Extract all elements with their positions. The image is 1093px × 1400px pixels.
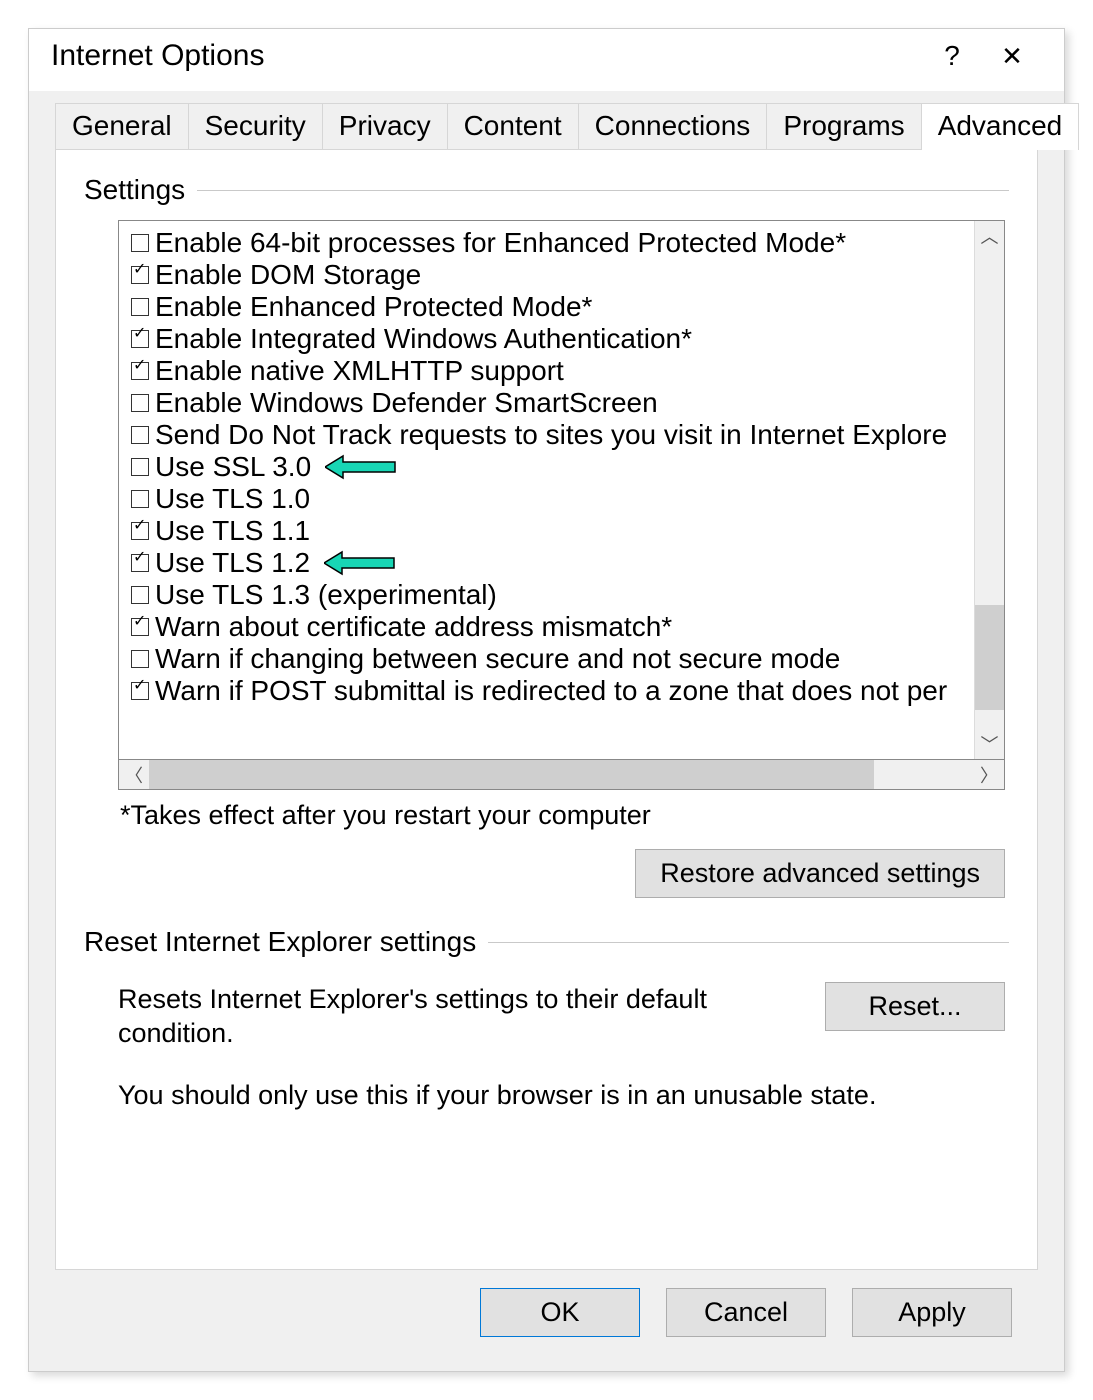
restore-advanced-settings-button[interactable]: Restore advanced settings bbox=[635, 849, 1005, 898]
option-label: Use TLS 1.1 bbox=[155, 515, 310, 547]
settings-option[interactable]: Warn if changing between secure and not … bbox=[123, 643, 974, 675]
vertical-scrollbar[interactable]: ︿ ﹀ bbox=[974, 221, 1004, 759]
option-label: Use TLS 1.2 bbox=[155, 547, 310, 579]
scroll-right-icon[interactable]: 〉 bbox=[974, 760, 1004, 789]
settings-option[interactable]: Enable 64-bit processes for Enhanced Pro… bbox=[123, 227, 974, 259]
settings-option[interactable]: Use TLS 1.1 bbox=[123, 515, 974, 547]
checkbox-icon[interactable] bbox=[131, 586, 149, 604]
option-label: Warn if POST submittal is redirected to … bbox=[155, 675, 947, 707]
settings-option[interactable]: Enable Windows Defender SmartScreen bbox=[123, 387, 974, 419]
tab-content[interactable]: Content bbox=[447, 103, 579, 150]
reset-description: Resets Internet Explorer's settings to t… bbox=[118, 982, 795, 1050]
settings-option[interactable]: Use TLS 1.2 bbox=[123, 547, 974, 579]
settings-option[interactable]: Enable Integrated Windows Authentication… bbox=[123, 323, 974, 355]
settings-option[interactable]: Warn about certificate address mismatch* bbox=[123, 611, 974, 643]
option-label: Use SSL 3.0 bbox=[155, 451, 311, 483]
checkbox-icon[interactable] bbox=[131, 458, 149, 476]
close-icon: ✕ bbox=[1001, 41, 1023, 71]
scroll-up-icon[interactable]: ︿ bbox=[975, 221, 1004, 251]
option-label: Use TLS 1.0 bbox=[155, 483, 310, 515]
checkbox-icon[interactable] bbox=[131, 490, 149, 508]
option-label: Enable DOM Storage bbox=[155, 259, 421, 291]
divider bbox=[488, 942, 1009, 943]
settings-option[interactable]: Send Do Not Track requests to sites you … bbox=[123, 419, 974, 451]
option-label: Use TLS 1.3 (experimental) bbox=[155, 579, 497, 611]
option-label: Warn about certificate address mismatch* bbox=[155, 611, 672, 643]
annotation-arrow-icon bbox=[325, 454, 397, 480]
hscroll-thumb[interactable] bbox=[149, 760, 874, 789]
tab-advanced[interactable]: Advanced bbox=[921, 103, 1080, 150]
option-label: Send Do Not Track requests to sites you … bbox=[155, 419, 947, 451]
settings-list: Enable 64-bit processes for Enhanced Pro… bbox=[119, 221, 974, 759]
tab-security[interactable]: Security bbox=[188, 103, 323, 150]
reset-group-label: Reset Internet Explorer settings bbox=[84, 926, 488, 958]
option-label: Enable Enhanced Protected Mode* bbox=[155, 291, 592, 323]
option-label: Enable native XMLHTTP support bbox=[155, 355, 564, 387]
settings-option[interactable]: Use SSL 3.0 bbox=[123, 451, 974, 483]
reset-group-header: Reset Internet Explorer settings bbox=[84, 926, 1009, 958]
tab-strip: GeneralSecurityPrivacyContentConnections… bbox=[55, 91, 1038, 150]
dialog-footer: OK Cancel Apply bbox=[55, 1270, 1038, 1359]
settings-group-header: Settings bbox=[84, 174, 1009, 206]
settings-listbox[interactable]: Enable 64-bit processes for Enhanced Pro… bbox=[118, 220, 1005, 760]
settings-group-label: Settings bbox=[84, 174, 197, 206]
option-label: Enable 64-bit processes for Enhanced Pro… bbox=[155, 227, 846, 259]
checkbox-icon[interactable] bbox=[131, 394, 149, 412]
help-button[interactable]: ? bbox=[922, 40, 982, 72]
settings-option[interactable]: Warn if POST submittal is redirected to … bbox=[123, 675, 974, 707]
checkbox-icon[interactable] bbox=[131, 522, 149, 540]
close-button[interactable]: ✕ bbox=[982, 41, 1042, 72]
settings-option[interactable]: Enable native XMLHTTP support bbox=[123, 355, 974, 387]
scroll-thumb[interactable] bbox=[975, 605, 1004, 710]
settings-option[interactable]: Use TLS 1.3 (experimental) bbox=[123, 579, 974, 611]
checkbox-icon[interactable] bbox=[131, 650, 149, 668]
ok-button[interactable]: OK bbox=[480, 1288, 640, 1337]
scroll-track[interactable] bbox=[975, 251, 1004, 729]
tab-connections[interactable]: Connections bbox=[578, 103, 768, 150]
restart-note: *Takes effect after you restart your com… bbox=[120, 800, 1009, 831]
horizontal-scrollbar[interactable]: 〈 〉 bbox=[118, 760, 1005, 790]
option-label: Warn if changing between secure and not … bbox=[155, 643, 840, 675]
checkbox-icon[interactable] bbox=[131, 618, 149, 636]
reset-button[interactable]: Reset... bbox=[825, 982, 1005, 1031]
checkbox-icon[interactable] bbox=[131, 426, 149, 444]
checkbox-icon[interactable] bbox=[131, 362, 149, 380]
tab-pane-advanced: Settings Enable 64-bit processes for Enh… bbox=[55, 149, 1038, 1270]
checkbox-icon[interactable] bbox=[131, 234, 149, 252]
annotation-arrow-icon bbox=[324, 550, 396, 576]
window-title: Internet Options bbox=[51, 39, 922, 73]
settings-option[interactable]: Enable Enhanced Protected Mode* bbox=[123, 291, 974, 323]
checkbox-icon[interactable] bbox=[131, 330, 149, 348]
settings-option[interactable]: Enable DOM Storage bbox=[123, 259, 974, 291]
option-label: Enable Integrated Windows Authentication… bbox=[155, 323, 692, 355]
checkbox-icon[interactable] bbox=[131, 682, 149, 700]
tab-general[interactable]: General bbox=[55, 103, 189, 150]
checkbox-icon[interactable] bbox=[131, 298, 149, 316]
tab-programs[interactable]: Programs bbox=[766, 103, 921, 150]
divider bbox=[197, 190, 1009, 191]
option-label: Enable Windows Defender SmartScreen bbox=[155, 387, 658, 419]
dialog-body: GeneralSecurityPrivacyContentConnections… bbox=[29, 91, 1064, 1371]
reset-warning: You should only use this if your browser… bbox=[118, 1080, 1009, 1111]
scroll-left-icon[interactable]: 〈 bbox=[119, 760, 149, 789]
cancel-button[interactable]: Cancel bbox=[666, 1288, 826, 1337]
apply-button[interactable]: Apply bbox=[852, 1288, 1012, 1337]
checkbox-icon[interactable] bbox=[131, 266, 149, 284]
internet-options-dialog: Internet Options ? ✕ GeneralSecurityPriv… bbox=[28, 28, 1065, 1372]
tab-privacy[interactable]: Privacy bbox=[322, 103, 448, 150]
settings-option[interactable]: Use TLS 1.0 bbox=[123, 483, 974, 515]
titlebar: Internet Options ? ✕ bbox=[29, 29, 1064, 91]
scroll-down-icon[interactable]: ﹀ bbox=[975, 729, 1004, 759]
checkbox-icon[interactable] bbox=[131, 554, 149, 572]
